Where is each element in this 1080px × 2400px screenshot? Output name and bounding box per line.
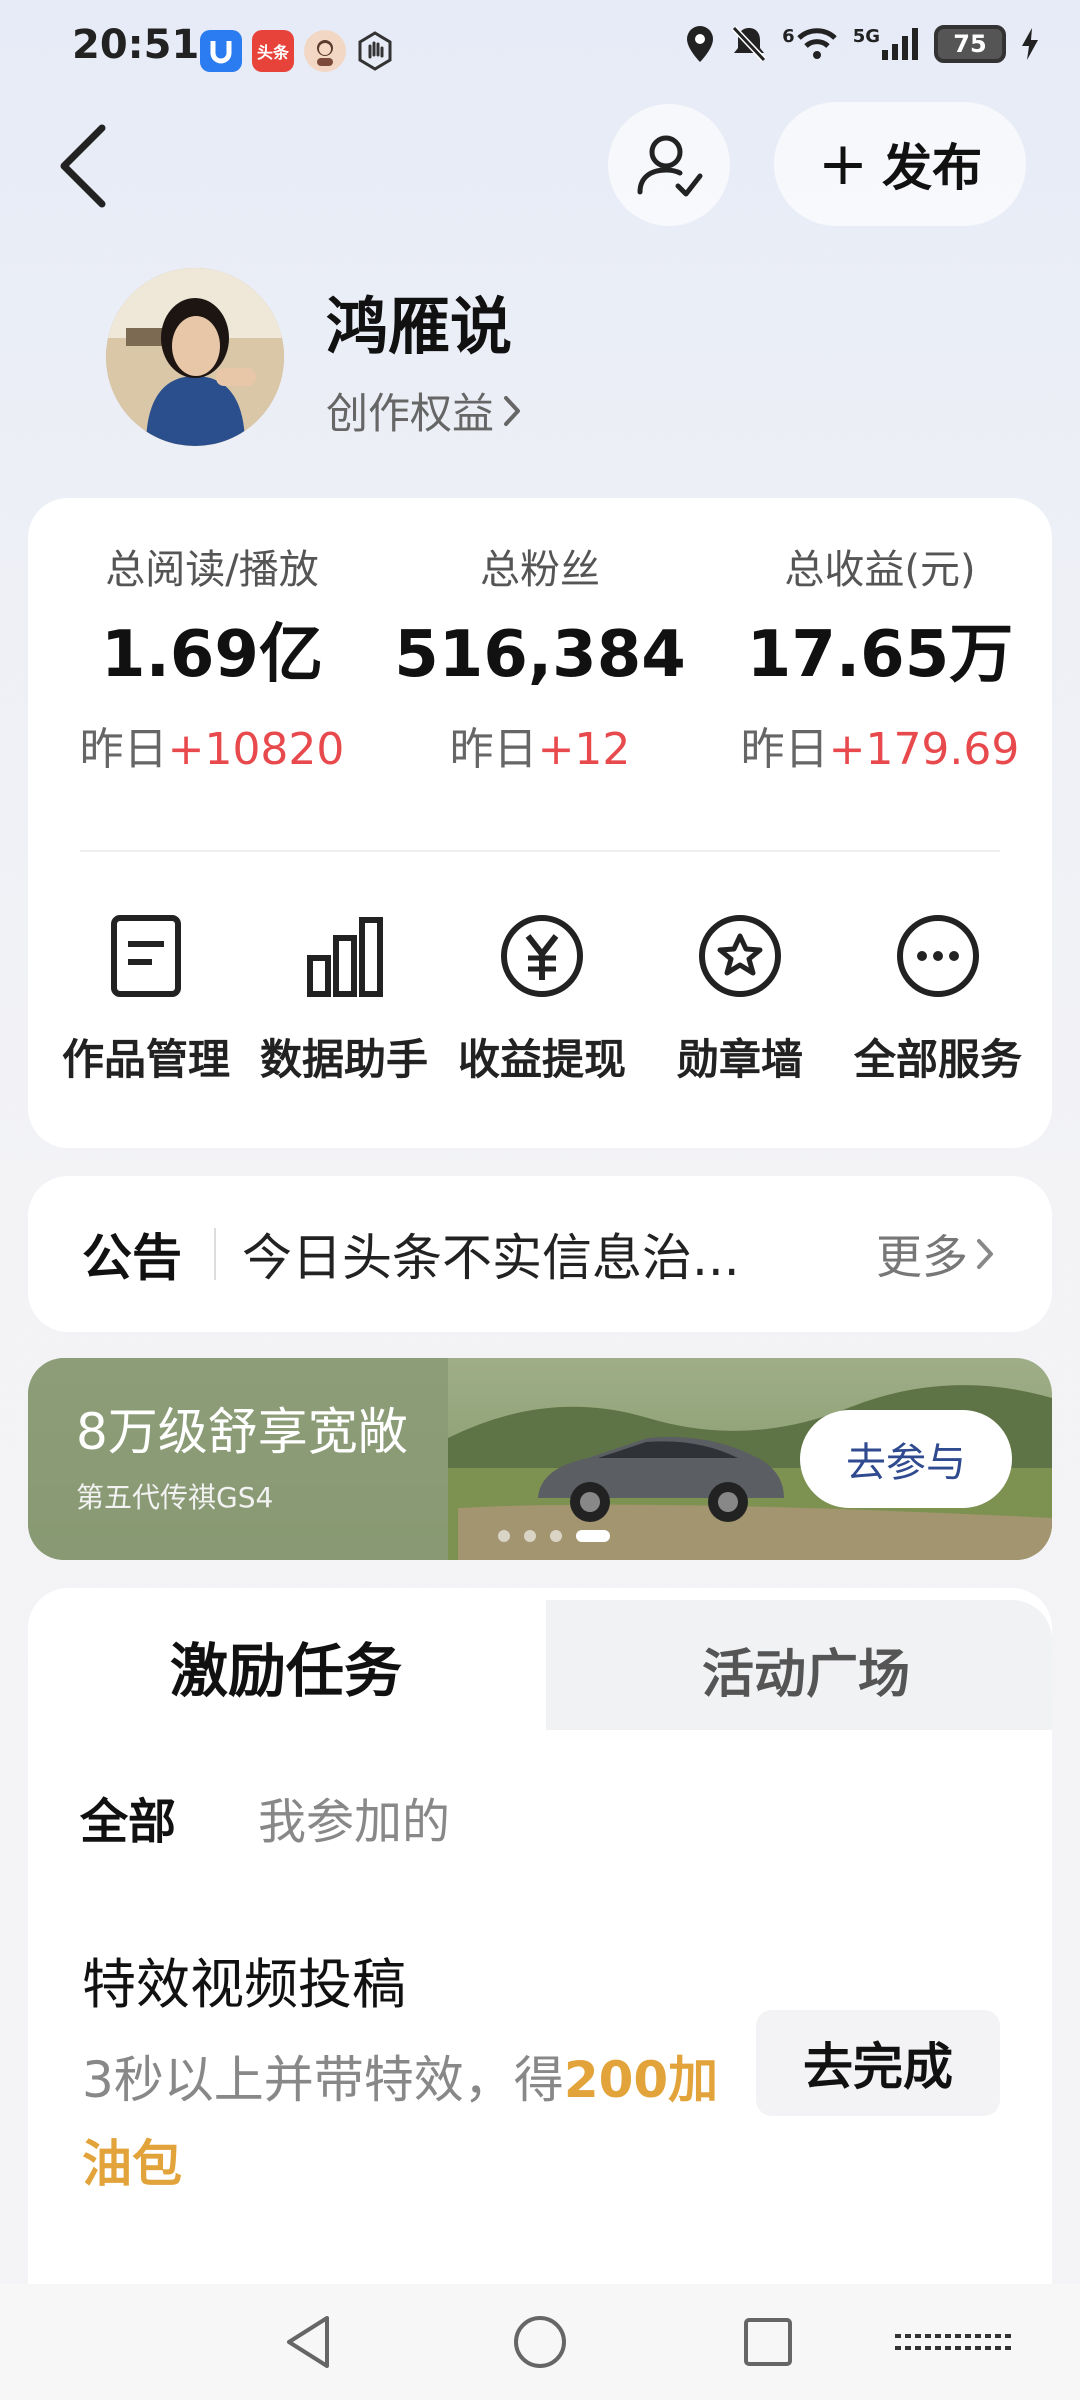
nav-back-button[interactable] <box>276 2310 340 2374</box>
service-label: 数据助手 <box>259 1035 428 1084</box>
publish-button[interactable]: + 发布 <box>774 102 1026 226</box>
service-label: 收益提现 <box>457 1035 626 1084</box>
carousel-dot[interactable] <box>524 1530 536 1542</box>
stat-delta: 昨日+10820 <box>42 708 382 792</box>
chevron-left-icon <box>60 124 106 208</box>
stat-value: 516,384 <box>394 618 686 692</box>
signal-icon <box>882 28 918 60</box>
avatar[interactable] <box>106 268 284 446</box>
stat-delta-value: +10820 <box>167 724 345 775</box>
wifi-icon <box>796 28 837 59</box>
stat-total-income[interactable]: 总收益(元) 17.65万 昨日+179.69 <box>710 538 1050 792</box>
stat-delta-value: +12 <box>537 724 631 775</box>
stat-delta-prefix: 昨日 <box>449 724 538 775</box>
stat-total-fans[interactable]: 总粉丝 516,384 昨日+12 <box>370 538 710 792</box>
status-time: 20:51 <box>72 22 200 68</box>
charging-icon <box>1022 28 1038 60</box>
back-triangle-icon <box>287 2316 329 2368</box>
notice-tag: 公告 <box>82 1229 182 1287</box>
task-desc-text: 3秒以上并带特效，得 <box>82 2051 564 2109</box>
network-type: 5G <box>852 26 880 47</box>
service-label: 作品管理 <box>61 1035 230 1084</box>
medal-icon <box>699 915 781 997</box>
yuan-icon <box>501 915 583 997</box>
creator-rights-link[interactable]: 创作权益 <box>326 380 522 441</box>
carousel-dot[interactable] <box>498 1530 510 1542</box>
carousel-dot[interactable] <box>550 1530 562 1542</box>
tab-activity-square[interactable]: 活动广场 <box>702 1632 910 1707</box>
service-all-services[interactable]: 全部服务 <box>838 906 1038 1087</box>
location-icon <box>687 26 714 62</box>
carousel-dot-active[interactable] <box>576 1530 610 1542</box>
avatar-app-icon <box>304 30 346 72</box>
stat-value: 17.65万 <box>746 618 1014 692</box>
wifi-indicator: 6 <box>782 26 839 62</box>
service-works-management[interactable]: 作品管理 <box>46 906 246 1087</box>
stat-delta: 昨日+179.69 <box>710 708 1050 792</box>
battery-icon: 75 <box>934 25 1006 63</box>
user-check-icon <box>637 135 703 197</box>
divider <box>80 850 1000 852</box>
filter-all[interactable]: 全部 <box>80 1782 176 1852</box>
handle-icon <box>895 2334 1015 2350</box>
battery-level: 75 <box>953 30 987 58</box>
more-icon <box>897 915 979 997</box>
banner-title: 8万级舒享宽敞 <box>76 1403 408 1461</box>
filter-joined[interactable]: 我参加的 <box>258 1782 450 1852</box>
notice-bar[interactable]: 公告 今日头条不实信息治... 更多 <box>28 1176 1052 1332</box>
document-icon <box>111 915 181 997</box>
stat-delta-prefix: 昨日 <box>740 724 829 775</box>
notice-separator <box>214 1228 216 1280</box>
stat-delta-prefix: 昨日 <box>79 724 168 775</box>
service-label: 全部服务 <box>853 1035 1022 1084</box>
chevron-right-icon <box>977 1239 993 1269</box>
promo-banner[interactable]: 8万级舒享宽敞 第五代传祺GS4 去参与 <box>28 1358 1052 1560</box>
home-circle-icon <box>514 2316 566 2368</box>
notice-more-link[interactable]: 更多 <box>876 1221 994 1287</box>
nav-extra-indicator <box>880 2310 1030 2374</box>
stat-total-reads[interactable]: 总阅读/播放 1.69亿 昨日+10820 <box>42 538 382 792</box>
task-title: 特效视频投稿 <box>82 1953 406 2016</box>
mute-bell-icon <box>731 25 767 63</box>
stat-label: 总收益(元) <box>784 547 976 593</box>
wifi-mark: 6 <box>782 26 795 47</box>
chevron-right-icon <box>504 395 521 426</box>
back-button[interactable] <box>58 124 108 212</box>
nav-recents-button[interactable] <box>736 2310 800 2374</box>
notice-text[interactable]: 今日头条不实信息治... <box>242 1218 802 1290</box>
tab-incentive-tasks[interactable]: 激励任务 <box>170 1624 402 1708</box>
task-description: 3秒以上并带特效，得200加油包 <box>82 2038 722 2206</box>
toutiao-app-label: 头条 <box>256 43 289 62</box>
hand-app-icon <box>354 30 396 72</box>
recents-square-icon <box>744 2318 792 2366</box>
task-complete-button[interactable]: 去完成 <box>756 2010 1000 2116</box>
stat-delta: 昨日+12 <box>370 708 710 792</box>
plus-icon: + <box>817 129 869 199</box>
service-label: 勋章墙 <box>676 1035 803 1084</box>
status-icons: 6 5G 75 <box>684 24 1040 64</box>
notice-more-label: 更多 <box>876 1230 968 1284</box>
stat-label: 总粉丝 <box>480 547 600 593</box>
publish-label: 发布 <box>882 139 983 197</box>
stat-label: 总阅读/播放 <box>105 547 319 593</box>
bar-chart-icon <box>307 917 383 997</box>
username: 鸿雁说 <box>326 290 513 363</box>
cellular-indicator: 5G <box>853 26 920 62</box>
stat-delta-value: +179.69 <box>828 724 1020 775</box>
service-data-assistant[interactable]: 数据助手 <box>244 906 444 1087</box>
follow-manage-button[interactable] <box>608 104 730 226</box>
service-income-withdraw[interactable]: 收益提现 <box>442 906 642 1087</box>
stats-card: 总阅读/播放 1.69亿 昨日+10820 总粉丝 516,384 昨日+12 … <box>28 498 1052 1148</box>
u-app-icon <box>200 30 242 72</box>
toutiao-app-icon: 头条 <box>252 30 294 72</box>
creator-rights-label: 创作权益 <box>326 389 495 438</box>
nav-home-button[interactable] <box>508 2310 572 2374</box>
system-nav-bar <box>0 2284 1080 2400</box>
banner-subtitle: 第五代传祺GS4 <box>76 1481 274 1514</box>
banner-join-button[interactable]: 去参与 <box>800 1410 1012 1508</box>
service-medal-wall[interactable]: 勋章墙 <box>640 906 840 1087</box>
stat-value: 1.69亿 <box>101 618 323 692</box>
